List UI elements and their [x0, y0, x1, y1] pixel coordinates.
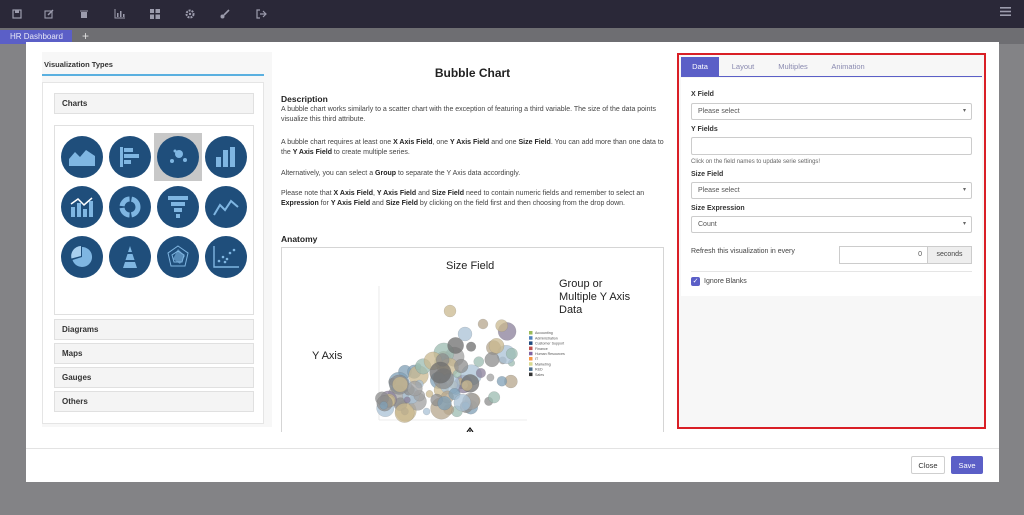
tab-layout[interactable]: Layout — [721, 57, 765, 76]
visualization-types-panel: Visualization Types Charts Diagrams Maps… — [42, 52, 272, 427]
tab-animation[interactable]: Animation — [821, 57, 875, 76]
description-paragraph-4: Please note that X Axis Field, Y Axis Fi… — [281, 190, 645, 207]
scatter-chart-icon[interactable] — [202, 233, 250, 281]
size-field-label: Size Field — [691, 171, 724, 178]
legend-swatch — [529, 372, 533, 377]
legend-label: Finance — [535, 347, 548, 351]
legend-swatch — [529, 351, 533, 356]
legend-label: Sales — [535, 373, 544, 377]
x-field-label: X Field — [691, 91, 714, 98]
category-charts[interactable]: Charts — [54, 93, 254, 114]
area-chart-icon[interactable] — [58, 133, 106, 181]
bubble-illustration: AccountingAdministration Customer Support… — [375, 286, 565, 432]
ignore-blanks-label: Ignore Blanks — [704, 278, 747, 285]
visualization-modal: Visualization Types Charts Diagrams Maps… — [26, 42, 999, 482]
settings-panel: Data Layout Multiples Animation X Field … — [677, 53, 986, 429]
donut-chart-icon[interactable] — [106, 183, 154, 231]
legend-swatch — [529, 367, 533, 371]
y-fields-input[interactable] — [691, 137, 972, 155]
legend-swatch — [529, 331, 533, 335]
save-icon[interactable] — [0, 0, 34, 28]
size-expression-select[interactable]: Count ▾ — [691, 216, 972, 233]
legend-swatch — [529, 336, 533, 340]
sign-out-icon[interactable] — [244, 0, 278, 28]
title-underline — [42, 74, 264, 76]
bubble-chart-icon[interactable] — [154, 133, 202, 181]
modal-footer-divider — [26, 448, 999, 449]
visualization-types-list: Charts Diagrams Maps Gauges Others — [42, 82, 264, 424]
line-chart-icon[interactable] — [202, 183, 250, 231]
ignore-blanks-checkbox[interactable]: ✓ — [691, 277, 700, 286]
data-settings-form: X Field Please select ▾ Y Fields Click on… — [681, 78, 982, 296]
x-field-select[interactable]: Please select ▾ — [691, 103, 972, 120]
anatomy-illustration: Size Field Group or Multiple Y Axis Data… — [281, 247, 664, 432]
category-gauges[interactable]: Gauges — [54, 367, 254, 388]
category-maps[interactable]: Maps — [54, 343, 254, 364]
legend-label: Marketing — [535, 362, 551, 366]
save-button[interactable]: Save — [951, 456, 983, 474]
charts-icon-grid — [54, 125, 254, 315]
description-heading: Description — [281, 94, 328, 104]
y-fields-hint: Click on the field names to update serie… — [691, 159, 821, 165]
pyramid-chart-icon[interactable] — [106, 233, 154, 281]
horizontal-bar-chart-icon[interactable] — [106, 133, 154, 181]
chevron-down-icon: ▾ — [962, 108, 966, 114]
legend-label: Customer Support — [535, 342, 564, 346]
chevron-down-icon: ▾ — [962, 187, 966, 193]
tab-data[interactable]: Data — [681, 57, 719, 76]
trash-icon[interactable] — [67, 0, 101, 28]
column-chart-icon[interactable] — [202, 133, 250, 181]
arrow-up-icon — [466, 427, 474, 432]
description-paragraph-3: Alternatively, you can select a Group to… — [281, 170, 521, 177]
combo-chart-icon[interactable] — [58, 183, 106, 231]
edit-icon[interactable] — [32, 0, 66, 28]
description-paragraph-1: A bubble chart works similarly to a scat… — [281, 106, 656, 123]
category-diagrams[interactable]: Diagrams — [54, 319, 254, 340]
pie-chart-icon[interactable] — [58, 233, 106, 281]
radar-chart-icon[interactable] — [154, 233, 202, 281]
refresh-interval-input[interactable]: 0 — [839, 246, 927, 264]
visualization-types-title: Visualization Types — [44, 60, 113, 69]
legend-swatch — [529, 346, 533, 351]
grid-icon[interactable] — [138, 0, 172, 28]
chevron-down-icon: ▾ — [962, 221, 966, 227]
refresh-label: Refresh this visualization in every — [691, 248, 795, 255]
anatomy-heading: Anatomy — [281, 234, 318, 244]
legend-label: Accounting — [535, 331, 553, 335]
settings-tabs: Data Layout Multiples Animation — [681, 57, 982, 77]
description-paragraph-2: A bubble chart requires at least one X A… — [281, 139, 664, 156]
bar-chart-icon[interactable] — [102, 0, 136, 28]
hamburger-menu-icon[interactable] — [1000, 5, 1011, 19]
legend-label: R&D — [535, 368, 543, 372]
size-field-select[interactable]: Please select ▾ — [691, 182, 972, 199]
legend-label: IT — [535, 357, 539, 361]
add-tab-button[interactable]: + — [82, 29, 89, 43]
category-others[interactable]: Others — [54, 391, 254, 412]
top-toolbar — [0, 0, 1024, 28]
refresh-unit-label: seconds — [927, 246, 972, 264]
form-divider — [691, 271, 972, 272]
funnel-chart-icon[interactable] — [154, 183, 202, 231]
brush-icon[interactable] — [208, 0, 242, 28]
close-button[interactable]: Close — [911, 456, 945, 474]
legend-label: Human Resources — [535, 352, 565, 356]
legend-swatch — [529, 357, 533, 361]
size-expression-label: Size Expression — [691, 205, 745, 212]
chart-type-title: Bubble Chart — [434, 66, 511, 80]
legend-swatch — [529, 362, 533, 366]
chart-description-panel: Bubble Chart Description A bubble chart … — [281, 52, 671, 432]
legend-label: Administration — [535, 336, 558, 340]
tab-multiples[interactable]: Multiples — [769, 57, 817, 76]
gear-icon[interactable] — [173, 0, 207, 28]
y-fields-label: Y Fields — [691, 126, 718, 133]
legend-swatch — [529, 341, 533, 345]
